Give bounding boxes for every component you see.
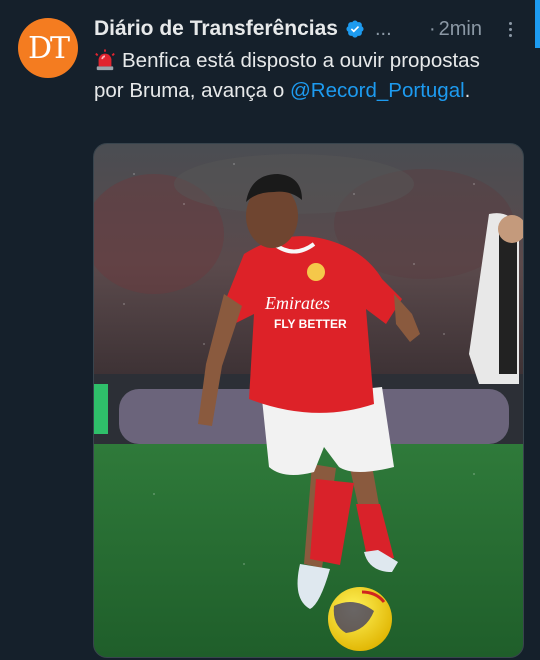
tweet-media-photo[interactable]: Emirates FLY BETTER xyxy=(93,143,524,658)
display-name[interactable]: Diário de Transferências xyxy=(94,17,338,41)
scrollbar-accent xyxy=(535,0,540,48)
jersey-sponsor-line2: FLY BETTER xyxy=(274,317,347,331)
timestamp[interactable]: 2min xyxy=(439,18,482,41)
verified-badge-icon[interactable] xyxy=(345,19,365,39)
more-options-icon[interactable] xyxy=(500,19,520,39)
avatar[interactable]: DT xyxy=(18,18,78,78)
separator-dot: · xyxy=(428,17,436,40)
handle-ellipsis: ... xyxy=(374,17,392,40)
football-photo-illustration: Emirates FLY BETTER xyxy=(94,144,523,657)
tweet-trailing-punct: . xyxy=(464,79,471,102)
tweet-text: Benfica está disposto a ouvir propostas … xyxy=(94,46,514,106)
police-light-icon xyxy=(95,49,115,71)
avatar-logo-text: DT xyxy=(27,30,70,66)
mention-link[interactable]: @Record_Portugal xyxy=(290,79,465,102)
jersey-sponsor-line1: Emirates xyxy=(264,293,330,313)
tweet-header: Diário de Transferências ... · 2min xyxy=(94,14,520,44)
